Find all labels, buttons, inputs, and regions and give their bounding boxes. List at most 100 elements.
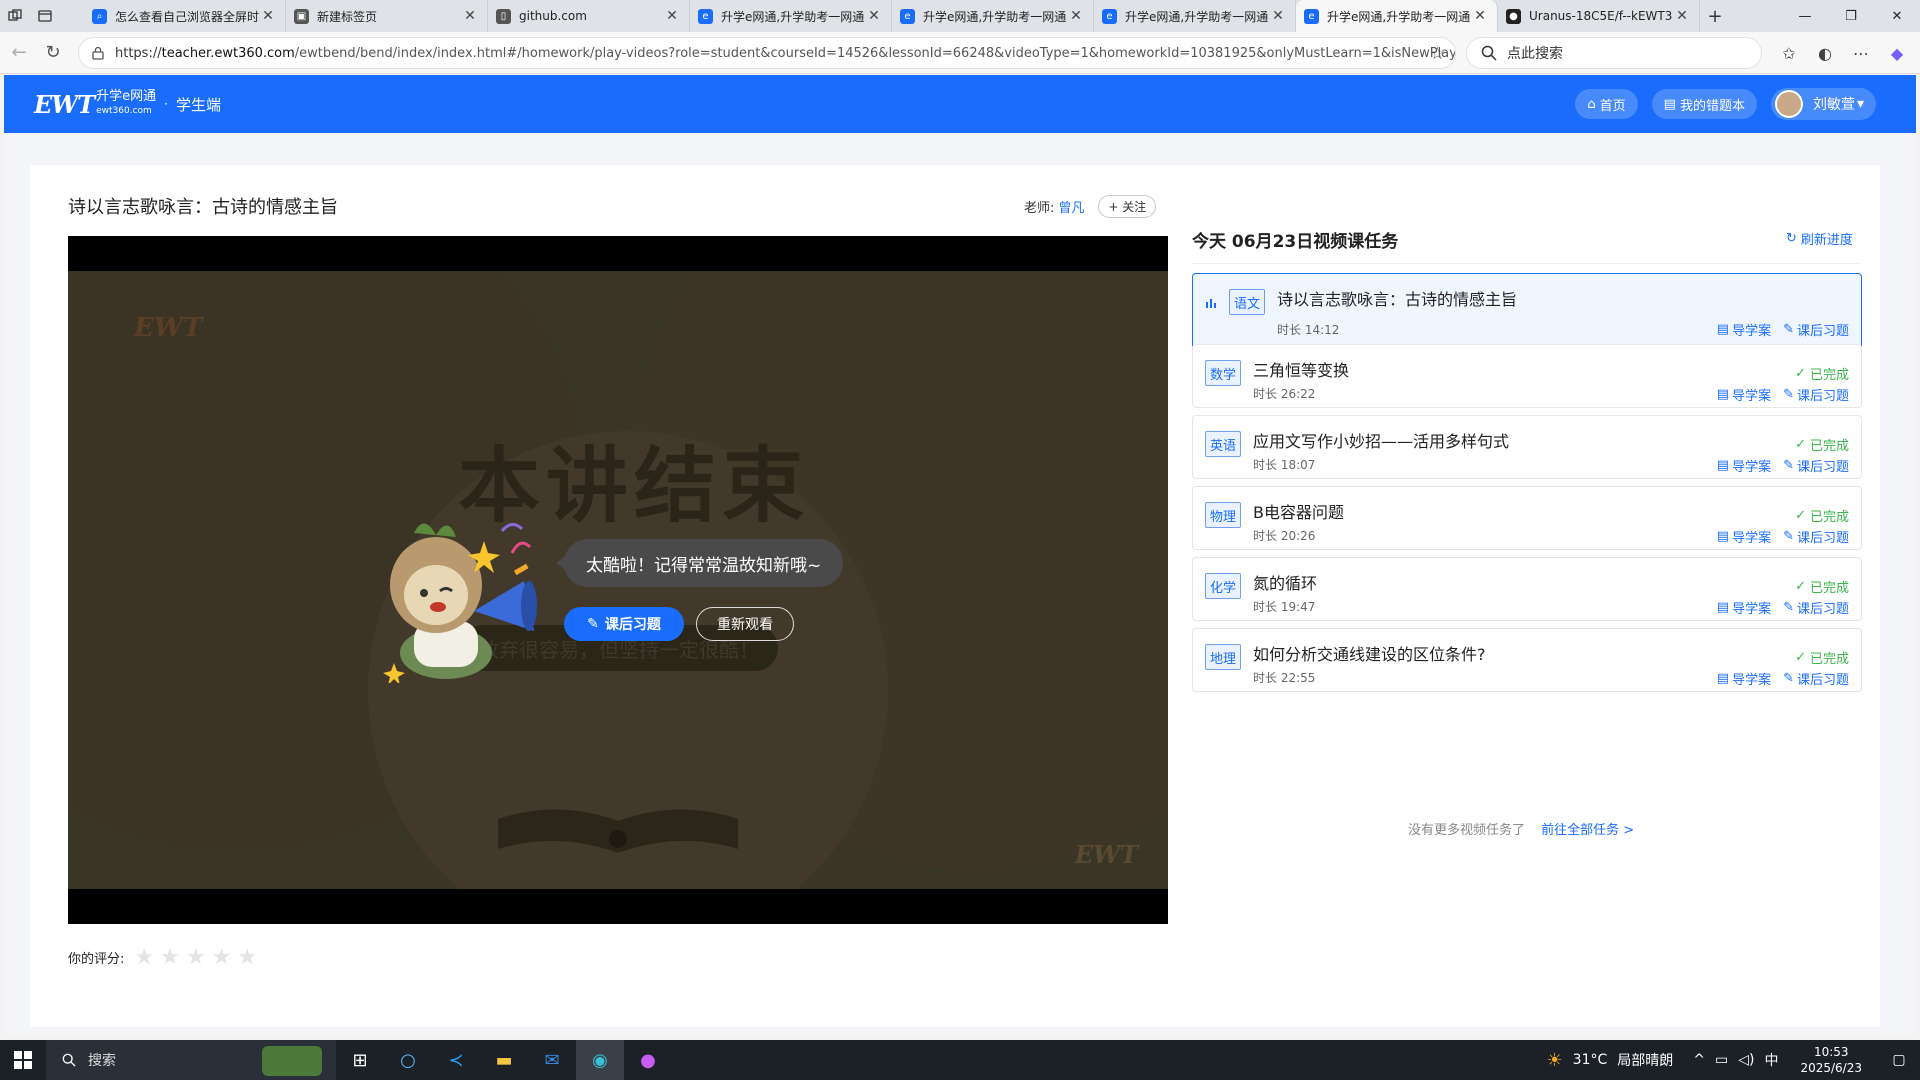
close-tab-icon[interactable]: ✕	[1269, 8, 1287, 24]
browser-tab[interactable]: ▣ 新建标签页 ✕	[286, 0, 488, 32]
encouragement-bubble: 太酷啦！记得常常温故知新哦~	[555, 539, 844, 587]
new-tab-button[interactable]: +	[1700, 0, 1730, 32]
restore-button[interactable]: ❐	[1828, 0, 1874, 32]
close-tab-icon[interactable]: ✕	[259, 8, 277, 24]
vertical-tabs-icon[interactable]	[30, 0, 60, 32]
ewt-icon: e	[1304, 8, 1319, 24]
video-player[interactable]: EWT 本讲结束 放弃很容易，但坚持一定很酷！ EWT 太酷啦！记得常常温故知新…	[68, 236, 1168, 924]
homework-button[interactable]: ✎ 课后习题	[564, 607, 684, 641]
network-icon[interactable]: ▭	[1715, 1052, 1728, 1068]
teacher-name-link[interactable]: 曾凡	[1058, 197, 1084, 216]
url-host: teacher.ewt360.com	[161, 45, 295, 61]
reload-icon[interactable]: ↻	[36, 36, 70, 70]
file-explorer-icon[interactable]: ▬	[480, 1040, 528, 1080]
task-links: ▤ 导学案 ✎ 课后习题	[1717, 669, 1849, 688]
workspaces-icon[interactable]	[0, 0, 30, 32]
browser-tab[interactable]: e 升学e网通,升学助考一网通 ✕	[690, 0, 892, 32]
rating-star-icon[interactable]: ★	[237, 945, 257, 970]
tray-chevron-icon[interactable]: ^	[1693, 1052, 1705, 1068]
rating-star-icon[interactable]: ★	[212, 945, 232, 970]
edge-icon[interactable]: ◉	[576, 1040, 624, 1080]
copilot-icon[interactable]: ◆	[1882, 37, 1912, 69]
browser-tab[interactable]: e 升学e网通,升学助考一网通 ✕	[1094, 0, 1296, 32]
close-tab-icon[interactable]: ✕	[865, 8, 883, 24]
tab-title: 升学e网通,升学助考一网通	[923, 9, 1067, 24]
back-icon[interactable]: ←	[2, 36, 36, 70]
rating-star-icon[interactable]: ★	[134, 945, 154, 970]
user-menu[interactable]: 刘敏萱 ▾	[1770, 88, 1876, 120]
task-item[interactable]: 数学 三角恒等变换 时长 26:22 ✓ 已完成 ▤ 导学案 ✎ 课后习题	[1192, 344, 1862, 408]
document-icon: ▤	[1716, 529, 1730, 544]
refresh-progress-button[interactable]: ↻ 刷新进度	[1786, 229, 1853, 248]
volume-icon[interactable]: ◁)	[1738, 1052, 1754, 1068]
browser-tab[interactable]: ● Uranus-18C5E/f--kEWT360 ✕	[1498, 0, 1700, 32]
check-icon: ✓	[1795, 508, 1806, 523]
more-menu-icon[interactable]: ⋯	[1846, 37, 1876, 69]
task-links: ▤ 导学案 ✎ 课后习题	[1717, 385, 1849, 404]
task-item[interactable]: 地理 如何分析交通线建设的区位条件? 时长 22:55 ✓ 已完成 ▤ 导学案 ✎ 课后习题	[1192, 628, 1862, 692]
url-input[interactable]: https://teacher.ewt360.com/ewtbend/bend/…	[78, 37, 1456, 69]
weather-icon[interactable]: ☀	[1547, 1050, 1563, 1071]
site-info-icon[interactable]	[91, 46, 105, 60]
rating-star-icon[interactable]: ★	[160, 945, 180, 970]
cortana-icon[interactable]: ○	[384, 1040, 432, 1080]
browser-tab[interactable]: e 升学e网通,升学助考一网通 ✕	[892, 0, 1094, 32]
browser-tab[interactable]: e 升学e网通,升学助考一网通 ✕	[1296, 0, 1498, 32]
task-item[interactable]: 化学 氮的循环 时长 19:47 ✓ 已完成 ▤ 导学案 ✎ 课后习题	[1192, 557, 1862, 621]
vscode-icon[interactable]: ≺	[432, 1040, 480, 1080]
now-playing-icon	[1206, 299, 1216, 308]
homework-link[interactable]: ✎ 课后习题	[1783, 456, 1849, 475]
guide-link[interactable]: ▤ 导学案	[1717, 385, 1771, 404]
task-item[interactable]: 语文 诗以言志歌咏言：古诗的情感主旨 时长 14:12 ▤ 导学案 ✎ 课后习题	[1192, 273, 1862, 349]
follow-button[interactable]: + 关注	[1098, 195, 1157, 218]
task-duration: 时长 26:22	[1253, 387, 1316, 401]
favorites-icon[interactable]: ✩	[1774, 37, 1804, 69]
close-tab-icon[interactable]: ✕	[1067, 8, 1085, 24]
site-logo[interactable]: EWT 升学e网通 ewt360.com · 学生端	[34, 90, 221, 119]
clock[interactable]: 10:53 2025/6/23	[1800, 1044, 1862, 1076]
minimize-button[interactable]: —	[1782, 0, 1828, 32]
homework-link[interactable]: ✎ 课后习题	[1783, 669, 1849, 688]
windows-start-button[interactable]	[0, 1040, 46, 1080]
ime-indicator[interactable]: 中	[1764, 1050, 1778, 1070]
homework-link[interactable]: ✎ 课后习题	[1783, 527, 1849, 546]
close-tab-icon[interactable]: ✕	[461, 8, 479, 24]
homework-link[interactable]: ✎ 课后习题	[1783, 385, 1849, 404]
outlook-icon[interactable]: ✉	[528, 1040, 576, 1080]
taskbar-search[interactable]: 搜索	[46, 1040, 336, 1080]
task-view-icon[interactable]: ⊞	[336, 1040, 384, 1080]
guide-link[interactable]: ▤ 导学案	[1717, 527, 1771, 546]
subject-tag: 英语	[1205, 431, 1242, 457]
mascot-illustration	[383, 523, 537, 683]
rating-star-icon[interactable]: ★	[186, 945, 206, 970]
paint-icon[interactable]: ●	[624, 1040, 672, 1080]
browser-toolbar-icons: ✩ ◐ ⋯ ◆	[1774, 37, 1912, 69]
guide-link[interactable]: ▤ 导学案	[1717, 320, 1771, 339]
homework-link[interactable]: ✎ 课后习题	[1783, 320, 1849, 339]
task-item[interactable]: 英语 应用文写作小妙招——活用多样句式 时长 18:07 ✓ 已完成 ▤ 导学案 ✎ 课后习题	[1192, 415, 1862, 479]
all-tasks-link[interactable]: 前往全部任务 >	[1541, 823, 1634, 838]
guide-link[interactable]: ▤ 导学案	[1717, 669, 1771, 688]
profile-icon[interactable]: ◐	[1810, 37, 1840, 69]
ewt-icon: e	[900, 8, 915, 24]
guide-link[interactable]: ▤ 导学案	[1717, 598, 1771, 617]
homework-link[interactable]: ✎ 课后习题	[1783, 598, 1849, 617]
browser-search-input[interactable]: 点此搜索	[1466, 37, 1762, 69]
document-icon: ▤	[1716, 671, 1730, 686]
close-tab-icon[interactable]: ✕	[1471, 8, 1489, 24]
browser-tab[interactable]: ▯ github.com ✕	[488, 0, 690, 32]
guide-link[interactable]: ▤ 导学案	[1717, 456, 1771, 475]
weather-temp[interactable]: 31°C	[1573, 1052, 1608, 1068]
task-title: 诗以言志歌咏言：古诗的情感主旨	[1277, 290, 1518, 309]
close-tab-icon[interactable]: ✕	[1673, 8, 1691, 24]
home-button[interactable]: ⌂ 首页	[1575, 89, 1638, 119]
notification-icon[interactable]: ▢	[1884, 1052, 1914, 1068]
weather-desc[interactable]: 局部晴朗	[1617, 1050, 1673, 1070]
browser-tab[interactable]: ⌕ 怎么查看自己浏览器全屏时 ✕	[84, 0, 286, 32]
task-item[interactable]: 物理 B电容器问题 时长 20:26 ✓ 已完成 ▤ 导学案 ✎ 课后习题	[1192, 486, 1862, 550]
close-window-button[interactable]: ✕	[1874, 0, 1920, 32]
close-tab-icon[interactable]: ✕	[663, 8, 681, 24]
wrongbook-button[interactable]: ▤ 我的错题本	[1651, 89, 1757, 119]
favorite-star-icon[interactable]: ☆	[1430, 44, 1445, 64]
rewatch-button[interactable]: 重新观看	[696, 607, 794, 641]
